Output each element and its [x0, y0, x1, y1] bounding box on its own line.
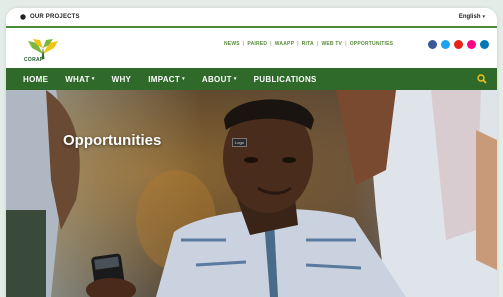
flickr-icon[interactable]	[467, 40, 476, 49]
subnav-news[interactable]: NEWS	[224, 41, 240, 47]
our-projects-label: OUR PROJECTS	[30, 14, 80, 20]
main-nav: HOME WHAT ▾ WHY IMPACT ▾ ABOUT ▾ PUBLICA…	[6, 68, 497, 90]
language-selector[interactable]: English ▾	[459, 14, 485, 20]
subnav-separator: |	[316, 41, 319, 47]
nav-impact[interactable]: IMPACT ▾	[148, 75, 185, 84]
hero-banner: Opportunities Logo	[6, 90, 497, 297]
subnav-waapp[interactable]: WAAPP	[275, 41, 294, 47]
nav-about-label: ABOUT	[201, 74, 232, 84]
social-links	[428, 40, 489, 49]
facebook-icon[interactable]	[428, 40, 437, 49]
nav-what[interactable]: WHAT ▾	[65, 75, 94, 84]
nav-why[interactable]: WHY	[112, 75, 132, 84]
nav-publications[interactable]: PUBLICATIONS	[254, 75, 317, 84]
page-title: Opportunities	[63, 132, 162, 149]
twitter-icon[interactable]	[441, 40, 450, 49]
nav-publications-label: PUBLICATIONS	[253, 74, 317, 84]
linkedin-icon[interactable]	[480, 40, 489, 49]
chevron-down-icon: ▾	[182, 76, 185, 82]
chevron-down-icon: ▾	[91, 76, 95, 82]
subnav-separator: |	[297, 41, 299, 47]
our-projects-link[interactable]: OUR PROJECTS	[20, 14, 80, 20]
subnav-rita[interactable]: RITA	[302, 41, 314, 47]
search-icon[interactable]	[477, 74, 487, 84]
subnav-separator: |	[270, 41, 272, 47]
chevron-down-icon: ▾	[482, 14, 485, 20]
nav-what-label: WHAT	[65, 74, 90, 84]
nav-about[interactable]: ABOUT ▾	[202, 75, 237, 84]
subnav-opportunities[interactable]: OPPORTUNITIES	[350, 41, 393, 47]
nav-impact-label: IMPACT	[148, 74, 181, 84]
photo-tag: Logo	[232, 138, 247, 147]
youtube-icon[interactable]	[454, 40, 463, 49]
nav-home[interactable]: HOME	[23, 75, 48, 84]
site-header: CORAF NEWS | PAIRED | WAAPP | RITA | WEB…	[6, 28, 497, 68]
nav-home-label: HOME	[23, 74, 49, 84]
logo-text: CORAF	[24, 57, 44, 63]
subnav-paired[interactable]: PAIRED	[247, 41, 267, 47]
browser-frame: OUR PROJECTS English ▾ CORAF NEWS | PAIR…	[6, 8, 497, 297]
language-label: English	[458, 14, 481, 20]
subnav-web-tv[interactable]: WEB TV	[321, 41, 342, 47]
nav-why-label: WHY	[111, 74, 132, 84]
subnav-separator: |	[345, 41, 347, 47]
chevron-down-icon: ▾	[233, 76, 237, 82]
hero-photo	[6, 90, 497, 297]
globe-icon	[20, 14, 26, 20]
subnav-separator: |	[242, 41, 245, 47]
top-bar: OUR PROJECTS English ▾	[6, 8, 497, 28]
secondary-nav: NEWS | PAIRED | WAAPP | RITA | WEB TV | …	[224, 41, 393, 47]
